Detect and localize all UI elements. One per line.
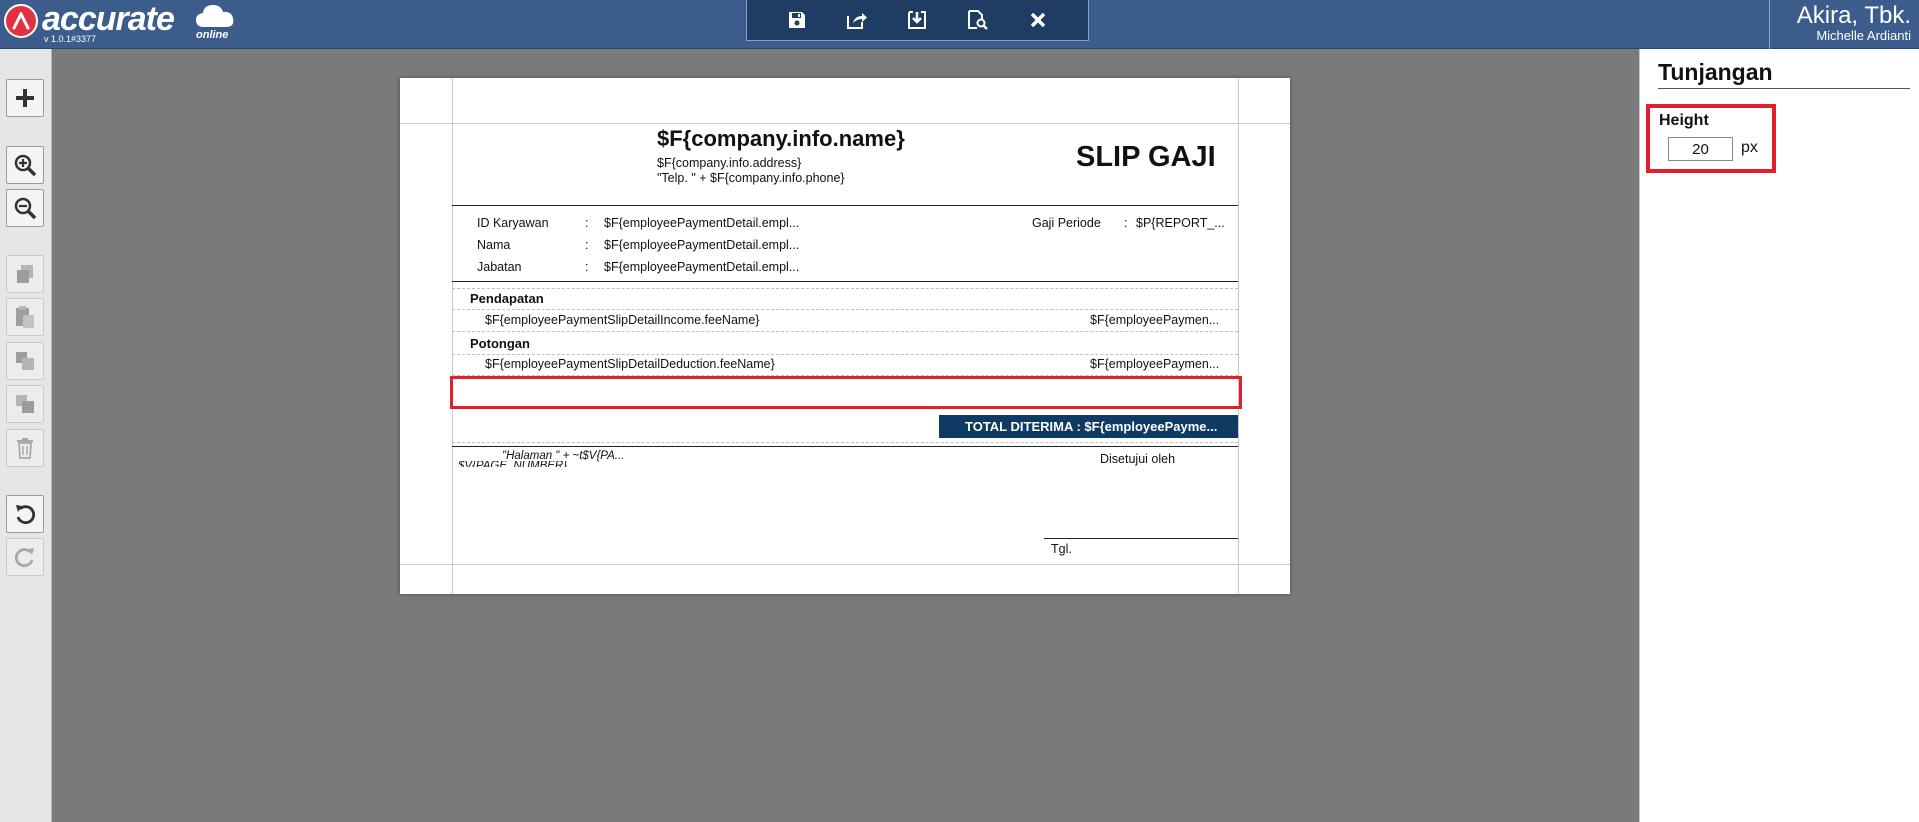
height-unit: px	[1741, 139, 1758, 156]
download-icon	[908, 11, 927, 29]
preview-icon	[967, 10, 988, 30]
report-page[interactable]: $F{company.info.name} $F{company.info.ad…	[400, 78, 1290, 594]
band-separator	[452, 309, 1238, 310]
height-property-group: Height px	[1646, 104, 1776, 173]
download-button[interactable]	[902, 5, 932, 35]
delete-button[interactable]	[6, 429, 44, 467]
redo-button[interactable]	[6, 538, 44, 576]
period-label[interactable]: Gaji Periode	[1032, 216, 1101, 230]
logo-mark-icon	[4, 4, 38, 38]
field-label-nama[interactable]: Nama	[477, 238, 510, 252]
margin-guide-top	[400, 123, 1290, 124]
company-info[interactable]: Akira, Tbk. Michelle Ardianti	[1769, 0, 1919, 49]
user-name: Michelle Ardianti	[1816, 28, 1911, 43]
send-back-icon	[16, 395, 34, 413]
export-icon	[847, 13, 868, 29]
export-button[interactable]	[842, 5, 872, 35]
zoom-out-icon	[14, 197, 37, 220]
company-name: Akira, Tbk.	[1796, 2, 1911, 29]
paste-button[interactable]	[6, 298, 44, 336]
undo-button[interactable]	[6, 495, 44, 533]
redo-icon	[14, 548, 34, 568]
report-title[interactable]: SLIP GAJI	[1076, 141, 1216, 174]
properties-panel: Tunjangan Height px	[1639, 49, 1919, 822]
field-value-jabatan[interactable]: $F{employeePaymentDetail.empl...	[604, 260, 799, 274]
income-fee-name[interactable]: $F{employeePaymentSlipDetailIncome.feeNa…	[485, 313, 759, 327]
send-to-back-button[interactable]	[6, 385, 44, 423]
band-separator	[452, 354, 1238, 355]
paste-icon	[16, 306, 34, 328]
deduction-fee-value[interactable]: $F{employeePaymen...	[1090, 357, 1219, 371]
height-input[interactable]	[1668, 137, 1733, 161]
fields-divider	[452, 281, 1238, 282]
properties-title: Tunjangan	[1658, 59, 1910, 89]
deduction-fee-name[interactable]: $F{employeePaymentSlipDetailDeduction.fe…	[485, 357, 775, 371]
footer-divider	[452, 446, 1238, 447]
report-company-name[interactable]: $F{company.info.name}	[657, 126, 905, 152]
zoom-in-icon	[14, 154, 37, 177]
page-number-expression-overflow: $V{PAGE_NUMBER}	[458, 461, 568, 467]
zoom-in-button[interactable]	[6, 146, 44, 184]
report-toolbar	[746, 0, 1089, 41]
field-value-nama[interactable]: $F{employeePaymentDetail.empl...	[604, 238, 799, 252]
save-button[interactable]	[782, 5, 812, 35]
cloud-icon	[196, 5, 234, 27]
field-label-jabatan[interactable]: Jabatan	[477, 260, 521, 274]
copy-icon	[17, 265, 33, 283]
approved-by-label[interactable]: Disetujui oleh	[1100, 452, 1175, 466]
delete-icon	[17, 438, 33, 459]
report-company-phone[interactable]: "Telp. " + $F{company.info.phone}	[657, 171, 845, 185]
report-company-address[interactable]: $F{company.info.address}	[657, 156, 801, 170]
bring-front-icon	[16, 352, 34, 370]
period-value[interactable]: $P{REPORT_...	[1136, 216, 1225, 230]
field-value-id[interactable]: $F{employeePaymentDetail.empl...	[604, 216, 799, 230]
band-separator	[452, 442, 1238, 443]
undo-icon	[16, 505, 36, 525]
left-toolbar	[0, 49, 52, 822]
add-element-button[interactable]	[6, 79, 44, 117]
margin-guide-left	[452, 78, 453, 594]
selected-band-tunjangan[interactable]	[450, 376, 1242, 409]
save-icon	[789, 12, 806, 28]
height-label: Height	[1659, 112, 1709, 129]
signature-line	[1044, 538, 1238, 539]
close-button[interactable]	[1023, 5, 1053, 35]
field-sep-id: :	[585, 216, 589, 230]
zoom-out-button[interactable]	[6, 189, 44, 227]
income-header[interactable]: Pendapatan	[470, 291, 544, 306]
top-bar: accurate online v 1.0.1#3377 Akira, Tbk.…	[0, 0, 1919, 49]
header-divider	[452, 205, 1238, 206]
app-logo[interactable]: accurate online v 1.0.1#3377	[0, 0, 240, 49]
add-icon	[16, 89, 34, 107]
date-label[interactable]: Tgl.	[1051, 542, 1072, 556]
preview-button[interactable]	[963, 5, 993, 35]
income-fee-value[interactable]: $F{employeePaymen...	[1090, 313, 1219, 327]
total-received-field[interactable]: TOTAL DITERIMA : $F{employeePayme...	[939, 415, 1238, 438]
field-sep-nama: :	[585, 238, 589, 252]
close-icon	[1030, 12, 1046, 28]
margin-guide-right	[1238, 78, 1239, 594]
bring-to-front-button[interactable]	[6, 342, 44, 380]
margin-guide-bottom	[400, 564, 1290, 565]
band-separator	[452, 288, 1238, 289]
copy-button[interactable]	[6, 255, 44, 293]
band-separator	[452, 331, 1238, 332]
field-sep-jabatan: :	[585, 260, 589, 274]
period-sep: :	[1124, 216, 1128, 230]
logo-subtext: online	[196, 29, 229, 41]
field-label-id[interactable]: ID Karyawan	[477, 216, 549, 230]
app-version: v 1.0.1#3377	[44, 34, 97, 44]
deduction-header[interactable]: Potongan	[470, 336, 530, 351]
